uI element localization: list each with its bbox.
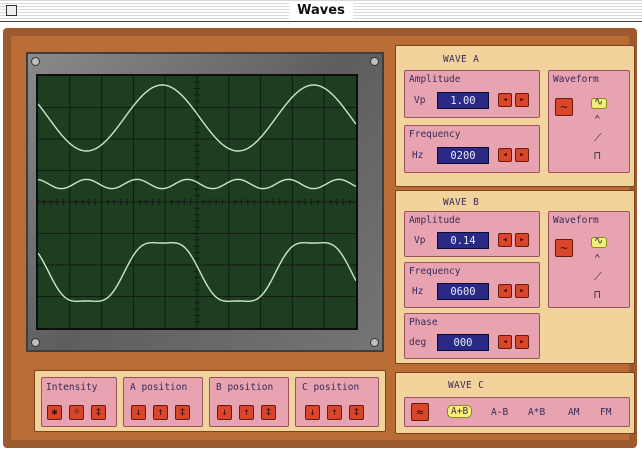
square-wave-icon[interactable]: ⊓ [594, 288, 601, 301]
triangle-wave-icon[interactable]: ⌃ [594, 113, 601, 126]
wave-c-option-am[interactable]: AM [568, 407, 579, 418]
amplitude-label: Amplitude [409, 215, 461, 226]
c-position-box: C position ↓ ↑ ‡ [295, 377, 379, 427]
intensity-label: Intensity [46, 382, 98, 393]
position-controls-panel: Intensity ✱ ☼ ‡ A position ↓ ↑ ‡ B posit… [34, 370, 386, 432]
a-position-label: A position [130, 382, 188, 393]
wave-a-amplitude-field[interactable]: 1.00 [437, 92, 489, 109]
intensity-center-button[interactable]: ‡ [91, 405, 106, 420]
wave-b-amplitude-field[interactable]: 0.14 [437, 232, 489, 249]
wave-b-amplitude-box: Amplitude Vp 0.14 ◂ ▸ [404, 211, 540, 257]
wave-c-toggle-button[interactable]: ≈ [411, 403, 429, 421]
center-ticks [37, 75, 351, 323]
wave-b-phase-box: Phase deg 000 ◂ ▸ [404, 313, 540, 359]
screw-icon [31, 57, 40, 66]
wave-c-option-a-times-b[interactable]: A*B [528, 407, 545, 418]
wave-c-options-box: ≈ A+B A-B A*B AM FM [404, 397, 630, 427]
wave-a-frequency-field[interactable]: 0200 [437, 147, 489, 164]
wave-c-option-fm[interactable]: FM [600, 407, 611, 418]
wave-c-title: WAVE C [448, 380, 485, 391]
wave-a-frequency-box: Frequency Hz 0200 ◂ ▸ [404, 125, 540, 173]
close-box[interactable] [6, 5, 17, 16]
screw-icon [370, 338, 379, 347]
decrease-button[interactable]: ◂ [498, 93, 512, 107]
move-up-button[interactable]: ↑ [239, 405, 254, 420]
oscilloscope-display [37, 75, 357, 328]
waveform-toggle-button[interactable]: ~ [555, 98, 573, 116]
wave-c-panel: WAVE C ≈ A+B A-B A*B AM FM [395, 372, 635, 434]
intensity-box: Intensity ✱ ☼ ‡ [41, 377, 117, 427]
unit-label: Vp [414, 95, 426, 106]
increase-button[interactable]: ▸ [515, 284, 529, 298]
decrease-button[interactable]: ◂ [498, 335, 512, 349]
waveform-label: Waveform [553, 74, 599, 85]
waveform-label: Waveform [553, 215, 599, 226]
frequency-label: Frequency [409, 129, 461, 140]
a-position-box: A position ↓ ↑ ‡ [123, 377, 203, 427]
unit-label: Hz [412, 150, 424, 161]
sine-wave-icon[interactable]: ∿ [594, 95, 603, 108]
move-down-button[interactable]: ↓ [131, 405, 146, 420]
title-bar[interactable]: Waves [0, 0, 642, 22]
move-down-button[interactable]: ↓ [305, 405, 320, 420]
c-position-label: C position [302, 382, 360, 393]
center-button[interactable]: ‡ [349, 405, 364, 420]
increase-button[interactable]: ▸ [515, 148, 529, 162]
decrease-button[interactable]: ◂ [498, 233, 512, 247]
unit-label: deg [409, 337, 427, 348]
wave-b-frequency-box: Frequency Hz 0600 ◂ ▸ [404, 262, 540, 308]
increase-button[interactable]: ▸ [515, 335, 529, 349]
sine-wave-icon[interactable]: ∿ [594, 234, 603, 247]
triangle-wave-icon[interactable]: ⌃ [594, 252, 601, 265]
oscilloscope-screen [36, 74, 358, 330]
square-wave-icon[interactable]: ⊓ [594, 149, 601, 162]
wave-b-waveform-box: Waveform ~ ∿ ⌃ ⟋ ⊓ [548, 211, 630, 308]
wave-b-title: WAVE B [443, 197, 480, 208]
wave-b-panel: WAVE B Amplitude Vp 0.14 ◂ ▸ Frequency H… [395, 190, 635, 364]
wave-b-frequency-field[interactable]: 0600 [437, 283, 489, 300]
window-title: Waves [289, 2, 353, 20]
sawtooth-wave-icon[interactable]: ⟋ [594, 270, 602, 284]
b-position-label: B position [216, 382, 274, 393]
amplitude-label: Amplitude [409, 74, 461, 85]
move-up-button[interactable]: ↑ [327, 405, 342, 420]
wave-a-title: WAVE A [443, 54, 480, 65]
wave-a-panel: WAVE A Amplitude Vp 1.00 ◂ ▸ Frequency H… [395, 45, 635, 187]
screw-icon [31, 338, 40, 347]
increase-button[interactable]: ▸ [515, 93, 529, 107]
center-button[interactable]: ‡ [261, 405, 276, 420]
wave-c-option-a-minus-b[interactable]: A-B [491, 407, 508, 418]
intensity-bright-button[interactable]: ✱ [47, 405, 62, 420]
frequency-label: Frequency [409, 266, 461, 277]
wave-a-waveform-box: Waveform ~ ∿ ⌃ ⟋ ⊓ [548, 70, 630, 173]
center-button[interactable]: ‡ [175, 405, 190, 420]
move-down-button[interactable]: ↓ [217, 405, 232, 420]
wave-a-amplitude-box: Amplitude Vp 1.00 ◂ ▸ [404, 70, 540, 118]
phase-label: Phase [409, 317, 438, 328]
unit-label: Vp [414, 235, 426, 246]
sawtooth-wave-icon[interactable]: ⟋ [594, 131, 602, 145]
waveform-toggle-button[interactable]: ~ [555, 239, 573, 257]
increase-button[interactable]: ▸ [515, 233, 529, 247]
b-position-box: B position ↓ ↑ ‡ [209, 377, 289, 427]
wave-c-option-a-plus-b[interactable]: A+B [447, 405, 473, 418]
move-up-button[interactable]: ↑ [153, 405, 168, 420]
decrease-button[interactable]: ◂ [498, 148, 512, 162]
intensity-dim-button[interactable]: ☼ [69, 405, 84, 420]
decrease-button[interactable]: ◂ [498, 284, 512, 298]
unit-label: Hz [412, 286, 424, 297]
screw-icon [370, 57, 379, 66]
wave-b-phase-field[interactable]: 000 [437, 334, 489, 351]
